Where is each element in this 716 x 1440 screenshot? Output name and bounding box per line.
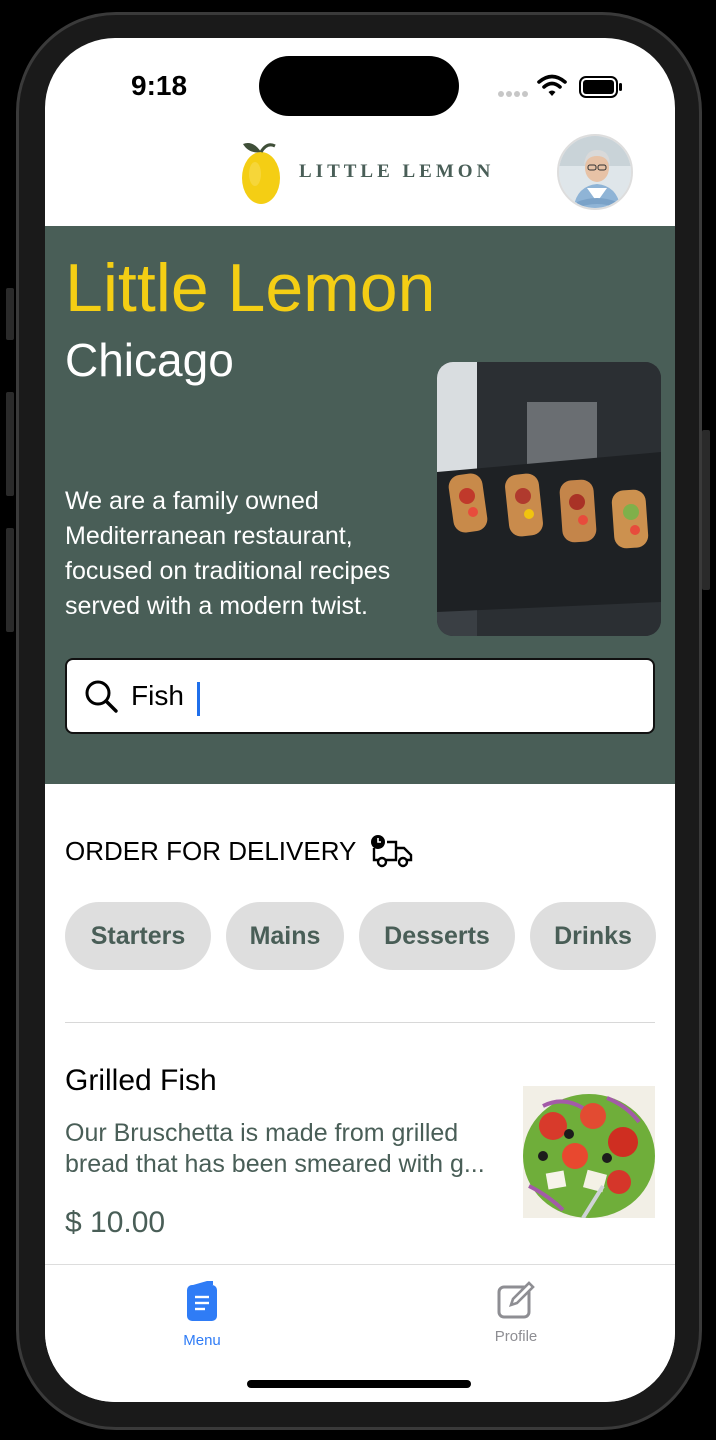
category-chip-drinks[interactable]: Drinks — [530, 902, 656, 970]
delivery-label: ORDER FOR DELIVERY — [65, 835, 357, 866]
app-logo: LITTLE LEMON — [239, 138, 494, 206]
status-time: 9:18 — [131, 70, 188, 101]
hero-city: Chicago — [65, 334, 234, 386]
hero-food-photo — [437, 362, 661, 636]
tab-profile[interactable]: Profile — [456, 1281, 576, 1345]
menu-item-image — [523, 1086, 655, 1218]
power-button — [702, 430, 710, 590]
cellular-signal-icon — [498, 91, 528, 97]
battery-icon — [579, 76, 622, 98]
hero-image — [437, 362, 661, 636]
menu-item-price: $ 10.00 — [65, 1206, 166, 1239]
delivery-truck-icon — [371, 835, 413, 868]
avatar-image — [559, 136, 631, 208]
search-input[interactable] — [131, 680, 611, 712]
mute-switch — [6, 288, 14, 340]
dynamic-island — [259, 56, 459, 116]
app-header: LITTLE LEMON — [45, 134, 675, 226]
list-divider — [65, 1022, 655, 1023]
lemon-icon — [242, 143, 280, 204]
volume-down-button — [6, 528, 14, 632]
greek-salad-photo — [523, 1086, 655, 1218]
tab-menu-label: Menu — [183, 1332, 221, 1349]
hero-banner: Little Lemon Chicago We are a family own… — [45, 226, 675, 784]
app-screen: 9:18 LITTLE LEMON Little Lemon Chicago W… — [45, 38, 675, 1402]
category-chips: Starters Mains Desserts Drinks — [65, 902, 656, 970]
profile-avatar[interactable] — [557, 134, 633, 210]
edit-square-icon — [497, 1281, 535, 1319]
home-indicator — [247, 1380, 471, 1388]
search-bar[interactable] — [65, 658, 655, 734]
text-cursor — [197, 682, 200, 716]
menu-item-title: Grilled Fish — [65, 1064, 217, 1097]
category-chip-desserts[interactable]: Desserts — [359, 902, 515, 970]
tab-profile-label: Profile — [494, 1328, 538, 1345]
category-chip-starters[interactable]: Starters — [65, 902, 211, 970]
search-icon — [85, 680, 118, 713]
hero-title: Little Lemon — [65, 250, 436, 326]
delivery-section-header: ORDER FOR DELIVERY — [65, 834, 414, 868]
menu-item[interactable]: Grilled Fish Our Bruschetta is made from… — [65, 1058, 655, 1248]
wifi-icon — [537, 74, 567, 96]
status-bar: 9:18 — [45, 38, 675, 138]
category-chip-mains[interactable]: Mains — [226, 902, 344, 970]
logo-text: LITTLE LEMON — [299, 161, 495, 182]
menu-item-description: Our Bruschetta is made from grilled brea… — [65, 1119, 485, 1178]
hero-description: We are a family owned Mediterranean rest… — [65, 487, 391, 620]
menu-book-icon — [187, 1281, 217, 1321]
tab-menu[interactable]: Menu — [142, 1281, 262, 1349]
volume-up-button — [6, 392, 14, 496]
